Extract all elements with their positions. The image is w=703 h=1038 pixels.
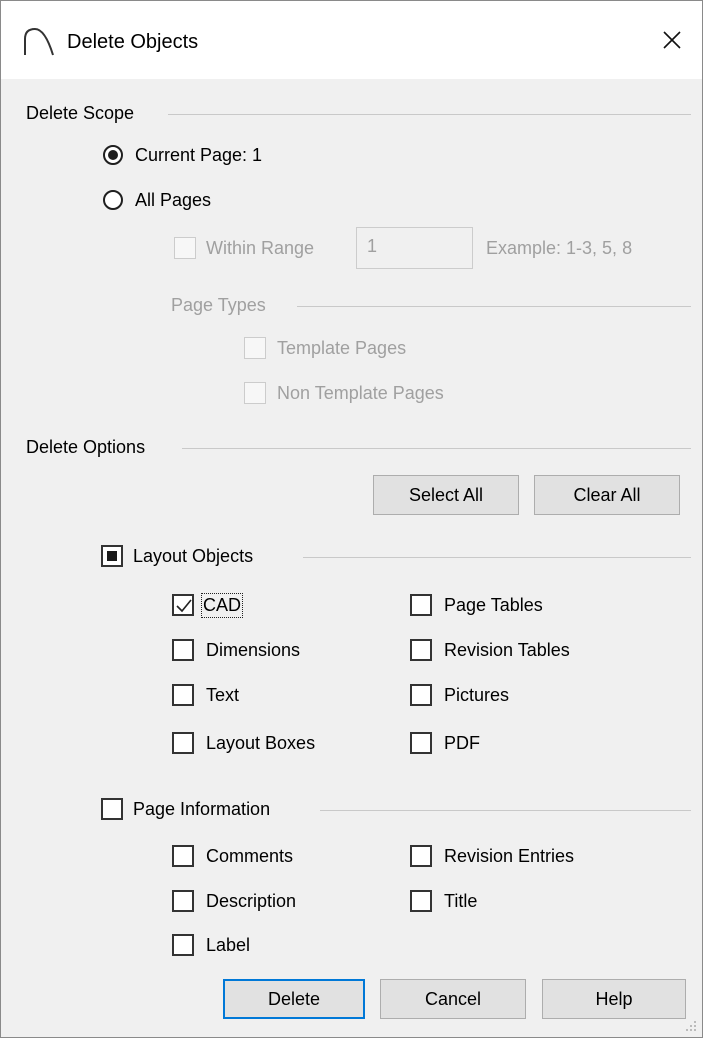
- pictures-label: Pictures: [444, 685, 510, 705]
- dimensions-label: Dimensions: [206, 640, 301, 660]
- layout-objects-checkbox[interactable]: [101, 545, 123, 567]
- page-tables-checkbox[interactable]: [410, 594, 432, 616]
- template-pages-checkbox[interactable]: [244, 337, 266, 359]
- layout-boxes-checkbox[interactable]: [172, 732, 194, 754]
- close-icon: [663, 31, 681, 49]
- revision-entries-label: Revision Entries: [444, 846, 575, 866]
- delete-objects-dialog: Delete Objects Delete Scope Current Page…: [0, 0, 703, 1038]
- within-range-label: Within Range: [206, 238, 315, 258]
- description-checkbox[interactable]: [172, 890, 194, 912]
- page-information-label: Page Information: [133, 799, 271, 819]
- current-page-radio[interactable]: [103, 145, 123, 165]
- dimensions-checkbox[interactable]: [172, 639, 194, 661]
- range-input[interactable]: 1: [356, 227, 473, 269]
- pdf-checkbox[interactable]: [410, 732, 432, 754]
- window-title: Delete Objects: [67, 31, 199, 53]
- revision-tables-checkbox[interactable]: [410, 639, 432, 661]
- description-label: Description: [206, 891, 297, 911]
- layout-objects-label: Layout Objects: [133, 546, 254, 566]
- label-label: Label: [206, 935, 251, 955]
- title-checkbox[interactable]: [410, 890, 432, 912]
- comments-checkbox[interactable]: [172, 845, 194, 867]
- all-pages-label: All Pages: [135, 190, 212, 210]
- non-template-pages-checkbox[interactable]: [244, 382, 266, 404]
- comments-label: Comments: [206, 846, 294, 866]
- all-pages-radio[interactable]: [103, 190, 123, 210]
- label-checkbox[interactable]: [172, 934, 194, 956]
- page-tables-label: Page Tables: [444, 595, 543, 615]
- title-label: Title: [444, 891, 478, 911]
- cad-label: CAD: [200, 593, 244, 618]
- within-range-checkbox[interactable]: [174, 237, 196, 259]
- delete-button[interactable]: Delete: [223, 979, 365, 1019]
- clear-all-button[interactable]: Clear All: [534, 475, 680, 515]
- cad-checkbox[interactable]: [172, 594, 194, 616]
- revision-tables-label: Revision Tables: [444, 640, 570, 660]
- delete-options-group-label: Delete Options: [26, 437, 146, 457]
- group-divider: [168, 114, 691, 115]
- page-information-checkbox[interactable]: [101, 798, 123, 820]
- non-template-pages-label: Non Template Pages: [277, 383, 444, 403]
- current-page-label: Current Page: 1: [135, 145, 263, 165]
- group-divider: [303, 557, 691, 558]
- pictures-checkbox[interactable]: [410, 684, 432, 706]
- range-example-text: Example: 1-3, 5, 8: [486, 238, 633, 258]
- cancel-button[interactable]: Cancel: [380, 979, 526, 1019]
- help-button[interactable]: Help: [542, 979, 686, 1019]
- select-all-button[interactable]: Select All: [373, 475, 519, 515]
- delete-scope-group-label: Delete Scope: [26, 103, 135, 123]
- group-divider: [320, 810, 691, 811]
- revision-entries-checkbox[interactable]: [410, 845, 432, 867]
- group-divider: [182, 448, 691, 449]
- resize-grip-icon[interactable]: [684, 1019, 698, 1033]
- text-label: Text: [206, 685, 240, 705]
- text-checkbox[interactable]: [172, 684, 194, 706]
- checkmark-icon: [176, 599, 192, 613]
- pdf-label: PDF: [444, 733, 480, 753]
- page-types-group-label: Page Types: [171, 295, 266, 315]
- template-pages-label: Template Pages: [277, 338, 407, 358]
- title-bar: Delete Objects: [1, 1, 702, 79]
- close-button[interactable]: [642, 1, 702, 79]
- layout-boxes-label: Layout Boxes: [206, 733, 316, 753]
- group-divider: [297, 306, 691, 307]
- app-arch-icon: [24, 27, 54, 56]
